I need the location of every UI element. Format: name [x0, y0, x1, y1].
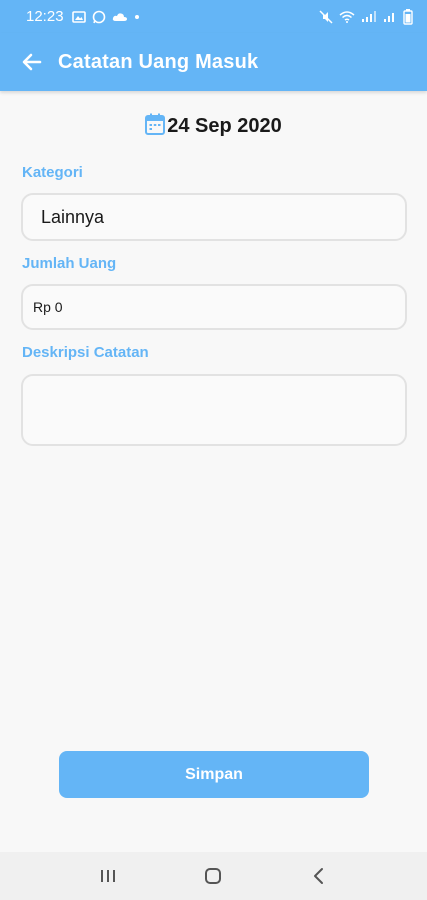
jumlah-uang-input[interactable]: Rp 0 [21, 284, 407, 330]
system-nav-bar [0, 852, 427, 900]
kategori-label: Kategori [22, 164, 83, 181]
status-right-icons [319, 8, 413, 25]
home-button[interactable] [193, 856, 233, 896]
status-time: 12:23 [26, 8, 64, 25]
deskripsi-label: Deskripsi Catatan [22, 344, 149, 361]
cloud-icon [112, 12, 128, 22]
deskripsi-textarea[interactable] [21, 374, 407, 446]
status-bar: 12:23 [0, 0, 427, 33]
mute-icon [319, 9, 333, 24]
date-value: 24 Sep 2020 [167, 115, 282, 137]
battery-icon [403, 8, 413, 25]
image-icon [71, 10, 86, 23]
home-icon [205, 868, 222, 884]
arrow-left-icon [22, 53, 42, 71]
whatsapp-icon [92, 10, 106, 24]
page-title: Catatan Uang Masuk [58, 50, 259, 73]
signal-icon-1 [361, 10, 377, 23]
signal-icon-2 [383, 11, 397, 23]
save-button-label: Simpan [185, 765, 243, 783]
status-left-icons [71, 10, 140, 24]
jumlah-uang-label: Jumlah Uang [22, 255, 117, 272]
back-icon [314, 868, 324, 884]
kategori-select[interactable]: Lainnya [21, 193, 407, 241]
jumlah-uang-value: Rp 0 [33, 299, 63, 315]
calendar-icon [145, 113, 166, 140]
date-picker[interactable]: 24 Sep 2020 [0, 113, 427, 140]
recent-apps-icon [100, 870, 115, 882]
back-button[interactable] [18, 48, 46, 76]
app-bar: Catatan Uang Masuk [0, 33, 427, 91]
save-button[interactable]: Simpan [59, 751, 369, 798]
nav-back-button[interactable] [299, 856, 339, 896]
wifi-icon [339, 10, 355, 23]
recent-apps-button[interactable] [88, 856, 128, 896]
dot-icon [134, 14, 140, 20]
kategori-value: Lainnya [41, 206, 105, 227]
